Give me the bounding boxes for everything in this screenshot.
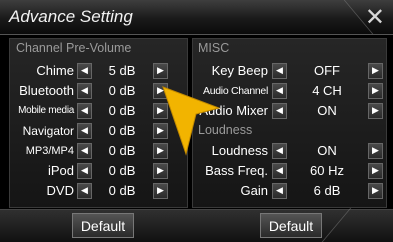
- audio-channel-increase-button[interactable]: ▶: [368, 83, 383, 99]
- value-audio-channel: 4 CH: [312, 83, 342, 98]
- title-bar: Advance Setting ✕: [0, 0, 393, 35]
- bluetooth-decrease-button[interactable]: ◀: [77, 83, 92, 99]
- dvd-decrease-button[interactable]: ◀: [77, 183, 92, 199]
- ipod-decrease-button[interactable]: ◀: [77, 163, 92, 179]
- chime-decrease-button[interactable]: ◀: [77, 63, 92, 79]
- header-decoration: [285, 0, 374, 34]
- bass-freq-decrease-button[interactable]: ◀: [272, 163, 287, 179]
- row-ipod: iPod ◀ 0 dB ▶: [10, 161, 187, 181]
- value-loudness: ON: [317, 143, 337, 158]
- default-button-right[interactable]: Default: [260, 213, 322, 238]
- label-mobile-media: Mobile media: [18, 105, 74, 116]
- label-navigator: Navigator: [22, 124, 74, 138]
- audio-mixer-decrease-button[interactable]: ◀: [272, 103, 287, 119]
- mobile-media-decrease-button[interactable]: ◀: [77, 103, 92, 119]
- value-bluetooth: 0 dB: [108, 83, 136, 98]
- label-bluetooth: Bluetooth: [19, 83, 74, 98]
- row-key-beep: Key Beep ◀ OFF ▶: [193, 61, 386, 81]
- row-chime: Chime ◀ 5 dB ▶: [10, 61, 187, 81]
- key-beep-decrease-button[interactable]: ◀: [272, 63, 287, 79]
- value-key-beep: OFF: [314, 63, 340, 78]
- value-bass-freq: 60 Hz: [310, 163, 344, 178]
- value-mp3-mp4: 0 dB: [108, 143, 136, 158]
- label-bass-freq: Bass Freq.: [205, 163, 268, 178]
- mp3-mp4-decrease-button[interactable]: ◀: [77, 143, 92, 159]
- row-gain: Gain ◀ 6 dB ▶: [193, 181, 386, 201]
- row-bass-freq: Bass Freq. ◀ 60 Hz ▶: [193, 161, 386, 181]
- pointer-cursor-icon: [162, 86, 221, 156]
- label-gain: Gain: [240, 183, 268, 198]
- default-button-left[interactable]: Default: [72, 213, 134, 238]
- navigator-decrease-button[interactable]: ◀: [77, 123, 92, 139]
- loudness-decrease-button[interactable]: ◀: [272, 143, 287, 159]
- row-dvd: DVD ◀ 0 dB ▶: [10, 181, 187, 201]
- footer-bar: Default Default: [0, 208, 393, 242]
- audio-mixer-increase-button[interactable]: ▶: [368, 103, 383, 119]
- label-key-beep: Key Beep: [211, 63, 268, 78]
- label-ipod: iPod: [47, 163, 74, 178]
- value-audio-mixer: ON: [317, 103, 337, 118]
- page-title: Advance Setting: [9, 7, 133, 26]
- label-dvd: DVD: [46, 183, 74, 198]
- ipod-increase-button[interactable]: ▶: [153, 163, 168, 179]
- value-navigator: 0 dB: [108, 123, 136, 138]
- label-chime: Chime: [36, 63, 74, 78]
- section-title-misc: MISC: [198, 41, 230, 55]
- loudness-increase-button[interactable]: ▶: [368, 143, 383, 159]
- value-gain: 6 dB: [313, 183, 341, 198]
- section-title-channel-pre-volume: Channel Pre-Volume: [16, 41, 132, 55]
- value-chime: 5 dB: [108, 63, 136, 78]
- gain-increase-button[interactable]: ▶: [368, 183, 383, 199]
- bass-freq-increase-button[interactable]: ▶: [368, 163, 383, 179]
- footer-decoration: [321, 208, 392, 242]
- chime-increase-button[interactable]: ▶: [153, 63, 168, 79]
- gain-decrease-button[interactable]: ◀: [272, 183, 287, 199]
- close-icon[interactable]: ✕: [365, 3, 385, 31]
- label-mp3-mp4: MP3/MP4: [25, 145, 74, 157]
- audio-channel-decrease-button[interactable]: ◀: [272, 83, 287, 99]
- key-beep-increase-button[interactable]: ▶: [368, 63, 383, 79]
- value-dvd: 0 dB: [108, 183, 136, 198]
- dvd-increase-button[interactable]: ▶: [153, 183, 168, 199]
- value-ipod: 0 dB: [108, 163, 136, 178]
- value-mobile-media: 0 dB: [108, 103, 136, 118]
